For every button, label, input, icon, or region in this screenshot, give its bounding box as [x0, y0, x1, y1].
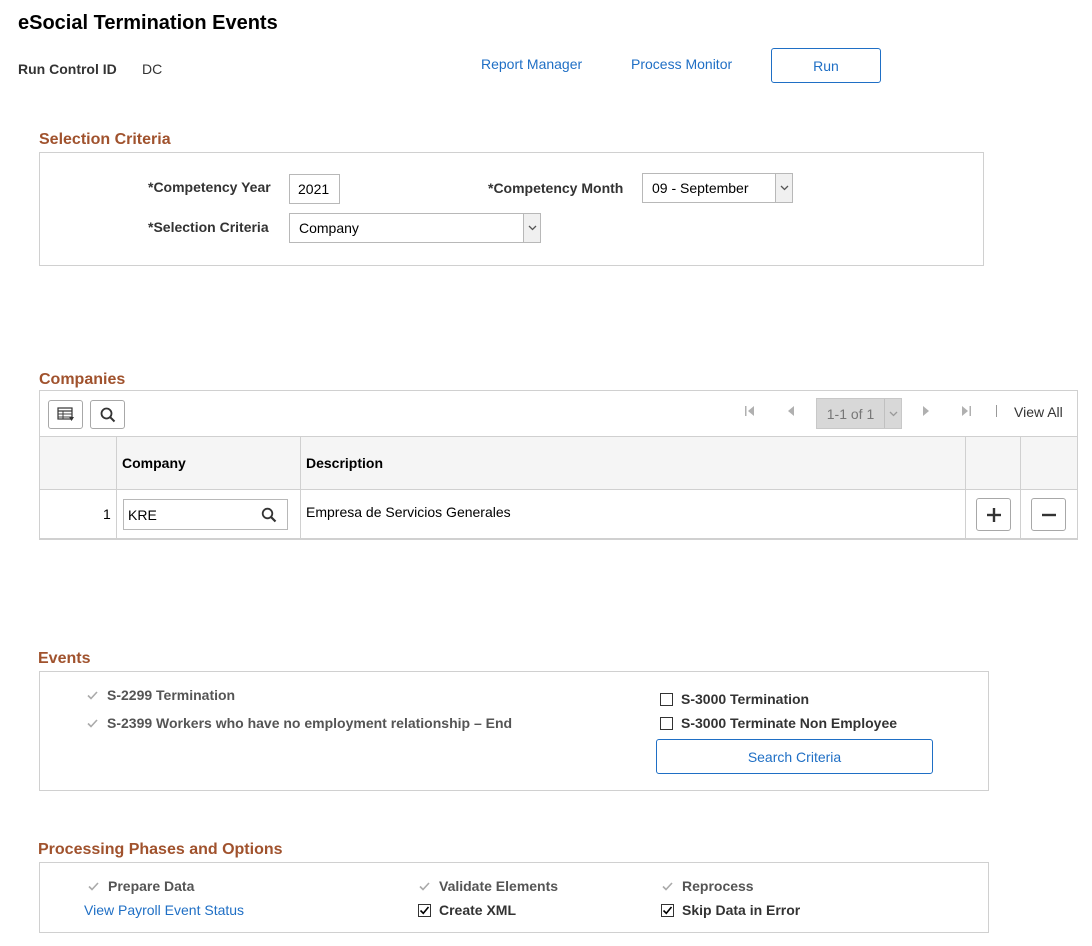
search-criteria-button[interactable]: Search Criteria: [656, 739, 933, 774]
create-xml-option[interactable]: Create XML: [418, 902, 516, 918]
previous-page-icon[interactable]: [786, 404, 796, 421]
row-number: 1: [103, 506, 111, 522]
view-payroll-event-status-link[interactable]: View Payroll Event Status: [84, 902, 244, 918]
validate-elements-option: Validate Elements: [418, 878, 558, 894]
pager-divider: [996, 405, 997, 417]
processing-box: [39, 862, 989, 933]
last-page-icon[interactable]: [960, 404, 972, 421]
grid-divider: [965, 436, 966, 539]
skip-data-in-error-option[interactable]: Skip Data in Error: [661, 902, 800, 918]
grid-personalize-button[interactable]: [48, 400, 83, 429]
create-xml-label: Create XML: [439, 902, 517, 918]
selection-criteria-title: Selection Criteria: [39, 131, 171, 148]
run-control-label: Run Control ID: [18, 61, 117, 77]
plus-icon: [986, 507, 1001, 522]
company-description: Empresa de Servicios Generales: [306, 504, 511, 520]
checkbox-checked-icon[interactable]: [661, 903, 674, 917]
selection-criteria-label: *Selection Criteria: [148, 219, 269, 235]
selection-criteria-box: [39, 152, 984, 266]
checkbox-unchecked-icon[interactable]: [660, 692, 673, 706]
company-value: KRE: [128, 506, 157, 523]
competency-month-value: 09 - September: [652, 180, 749, 196]
selection-criteria-select[interactable]: Company: [289, 213, 541, 243]
competency-month-label: *Competency Month: [488, 180, 624, 196]
grid-header-row: [40, 436, 1077, 490]
checkbox-checked-icon: [661, 879, 674, 893]
next-page-icon[interactable]: [921, 404, 931, 421]
pager-select[interactable]: 1-1 of 1: [816, 398, 902, 429]
selection-criteria-value: Company: [299, 220, 359, 236]
reprocess-label: Reprocess: [682, 878, 754, 894]
column-header-company[interactable]: Company: [122, 455, 186, 471]
search-icon: [100, 407, 115, 422]
search-icon[interactable]: [261, 507, 277, 523]
event-s3000-non-employee[interactable]: S-3000 Terminate Non Employee: [660, 715, 897, 731]
competency-month-select[interactable]: 09 - September: [642, 173, 793, 203]
competency-year-input[interactable]: 2021: [289, 174, 340, 204]
competency-year-label: *Competency Year: [148, 179, 271, 195]
event-s2299: S-2299 Termination: [86, 687, 235, 703]
checkbox-checked-icon: [86, 688, 99, 702]
run-control-value: DC: [142, 61, 163, 77]
report-manager-link[interactable]: Report Manager: [481, 56, 582, 72]
event-s2399: S-2399 Workers who have no employment re…: [86, 715, 512, 731]
checkbox-checked-icon: [87, 879, 100, 893]
grid-divider: [300, 436, 301, 539]
company-input[interactable]: KRE: [123, 499, 288, 530]
chevron-down-icon: [523, 214, 540, 242]
grid-divider: [1020, 436, 1021, 539]
checkbox-checked-icon: [418, 879, 431, 893]
chevron-down-icon: [884, 399, 901, 428]
checkbox-checked-icon[interactable]: [418, 903, 431, 917]
grid-settings-icon: [56, 407, 74, 421]
checkbox-checked-icon: [86, 716, 99, 730]
add-row-button[interactable]: [976, 498, 1011, 531]
view-all-link[interactable]: View All: [1014, 404, 1063, 420]
checkbox-unchecked-icon[interactable]: [660, 716, 673, 730]
event-s2299-label: S-2299 Termination: [107, 687, 236, 703]
events-title: Events: [38, 650, 91, 667]
chevron-down-icon: [775, 174, 792, 202]
processing-title: Processing Phases and Options: [38, 841, 283, 858]
event-s3000-non-employee-label: S-3000 Terminate Non Employee: [681, 715, 898, 731]
minus-icon: [1041, 513, 1056, 516]
grid-find-button[interactable]: [90, 400, 125, 429]
grid-divider: [116, 436, 117, 539]
validate-elements-label: Validate Elements: [439, 878, 559, 894]
skip-data-in-error-label: Skip Data in Error: [682, 902, 801, 918]
event-s3000-termination-label: S-3000 Termination: [681, 691, 810, 707]
process-monitor-link[interactable]: Process Monitor: [631, 56, 732, 72]
event-s3000-termination[interactable]: S-3000 Termination: [660, 691, 809, 707]
pager-text: 1-1 of 1: [826, 405, 875, 422]
delete-row-button[interactable]: [1031, 498, 1066, 531]
event-s2399-label: S-2399 Workers who have no employment re…: [107, 715, 513, 731]
companies-title: Companies: [39, 371, 126, 388]
first-page-icon[interactable]: [744, 404, 756, 421]
column-header-description[interactable]: Description: [306, 455, 383, 471]
grid-row-border: [40, 538, 1077, 540]
prepare-data-label: Prepare Data: [108, 878, 195, 894]
reprocess-option: Reprocess: [661, 878, 754, 894]
prepare-data-option: Prepare Data: [87, 878, 194, 894]
page-title: eSocial Termination Events: [18, 12, 278, 34]
run-button[interactable]: Run: [771, 48, 881, 83]
